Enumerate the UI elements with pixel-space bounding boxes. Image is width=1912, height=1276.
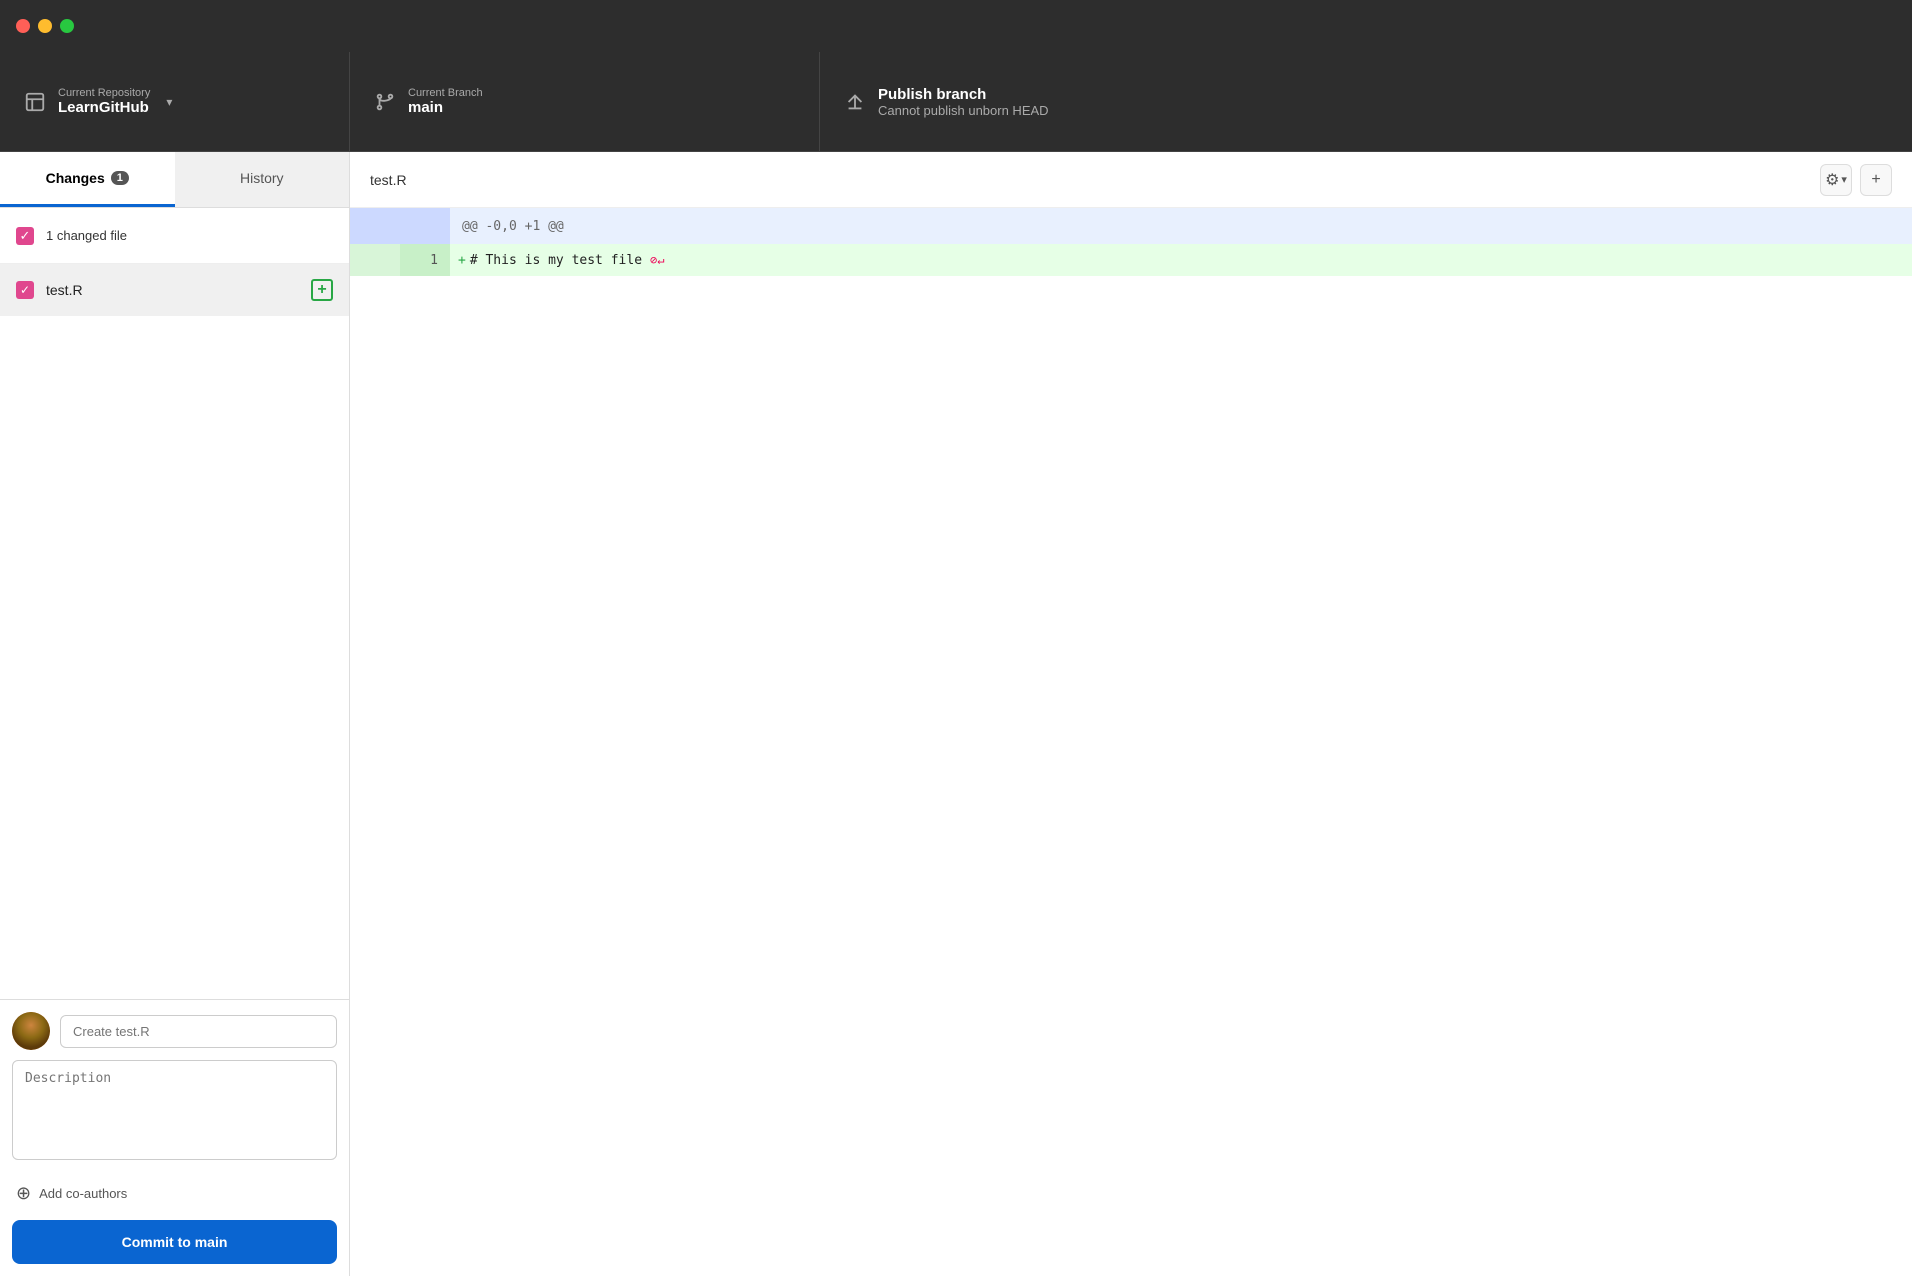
commit-input-row (12, 1012, 337, 1050)
tab-changes-badge: 1 (111, 171, 129, 185)
avatar-image (12, 1012, 50, 1050)
file-checkmark: ✓ (20, 283, 30, 297)
tab-history-label: History (240, 170, 284, 186)
line-number: 1 (430, 253, 438, 268)
file-added-badge: + (311, 279, 333, 301)
repo-dropdown-icon: ▾ (166, 95, 172, 109)
repo-icon (24, 91, 46, 113)
file-list: ✓ test.R + (0, 264, 349, 999)
tab-history[interactable]: History (175, 152, 350, 207)
diff-line-text: # This is my test file (470, 253, 642, 268)
publish-sublabel: Cannot publish unborn HEAD (878, 103, 1049, 118)
add-hunk-button[interactable]: + (1860, 164, 1892, 196)
maximize-button[interactable] (60, 19, 74, 33)
commit-title-input[interactable] (60, 1015, 337, 1048)
commit-description-input[interactable] (12, 1060, 337, 1160)
hunk-old-num (350, 208, 400, 244)
repo-section[interactable]: Current Repository LearnGitHub ▾ (0, 52, 350, 151)
tab-changes[interactable]: Changes 1 (0, 152, 175, 207)
left-panel: Changes 1 History ✓ 1 changed file ✓ tes… (0, 152, 350, 1276)
commit-button[interactable]: Commit to main (12, 1220, 337, 1264)
gear-icon: ⚙ (1825, 170, 1839, 190)
changed-files-header: ✓ 1 changed file (0, 208, 349, 264)
tab-changes-label: Changes (46, 170, 105, 186)
publish-section[interactable]: Publish branch Cannot publish unborn HEA… (820, 52, 1912, 151)
hunk-header-label: @@ -0,0 +1 @@ (462, 219, 564, 234)
diff-line-content: + # This is my test file ⊘↵ (450, 244, 1912, 276)
branch-label: Current Branch (408, 87, 483, 99)
branch-section[interactable]: Current Branch main (350, 52, 820, 151)
titlebar (0, 0, 1912, 52)
repo-text: Current Repository LearnGitHub (58, 87, 150, 116)
publish-label: Publish branch (878, 86, 1049, 103)
file-item[interactable]: ✓ test.R + (0, 264, 349, 316)
commit-branch: main (195, 1234, 228, 1250)
file-checkbox[interactable]: ✓ (16, 281, 34, 299)
minimize-button[interactable] (38, 19, 52, 33)
changed-files-count: 1 changed file (46, 228, 127, 243)
repo-value: LearnGitHub (58, 99, 150, 116)
tabs: Changes 1 History (0, 152, 349, 208)
publish-icon (844, 91, 866, 113)
all-files-checkmark: ✓ (20, 228, 31, 244)
right-panel: test.R ⚙ ▾ + @@ -0,0 +1 @@ (350, 152, 1912, 1276)
avatar (12, 1012, 50, 1050)
main-area: Changes 1 History ✓ 1 changed file ✓ tes… (0, 152, 1912, 1276)
branch-value: main (408, 99, 483, 116)
co-author-label: Add co-authors (39, 1186, 127, 1201)
publish-text: Publish branch Cannot publish unborn HEA… (878, 86, 1049, 118)
diff-actions: ⚙ ▾ + (1820, 164, 1892, 196)
gear-dropdown-icon: ▾ (1841, 173, 1847, 186)
all-files-checkbox[interactable]: ✓ (16, 227, 34, 245)
repo-label: Current Repository (58, 87, 150, 99)
hunk-new-num (400, 208, 450, 244)
commit-area: ⊕ Add co-authors Commit to main (0, 999, 349, 1276)
traffic-lights (16, 19, 74, 33)
hunk-header-text: @@ -0,0 +1 @@ (450, 208, 1912, 244)
plus-icon: + (1871, 171, 1880, 189)
diff-content: @@ -0,0 +1 @@ 1 + # This is my test file… (350, 208, 1912, 1276)
diff-new-line-num: 1 (400, 244, 450, 276)
co-author-icon: ⊕ (16, 1183, 31, 1204)
close-button[interactable] (16, 19, 30, 33)
diff-header: test.R ⚙ ▾ + (350, 152, 1912, 208)
diff-old-line-num (350, 244, 400, 276)
toolbar: Current Repository LearnGitHub ▾ Current… (0, 52, 1912, 152)
co-author-row[interactable]: ⊕ Add co-authors (12, 1175, 337, 1212)
hunk-header: @@ -0,0 +1 @@ (350, 208, 1912, 244)
file-name: test.R (46, 282, 311, 298)
branch-icon (374, 91, 396, 113)
branch-text: Current Branch main (408, 87, 483, 116)
diff-filename: test.R (370, 172, 1820, 188)
no-newline-icon: ⊘↵ (650, 253, 664, 267)
diff-line-added: 1 + # This is my test file ⊘↵ (350, 244, 1912, 276)
gear-dropdown-button[interactable]: ⚙ ▾ (1820, 164, 1852, 196)
diff-add-prefix: + (458, 253, 466, 268)
